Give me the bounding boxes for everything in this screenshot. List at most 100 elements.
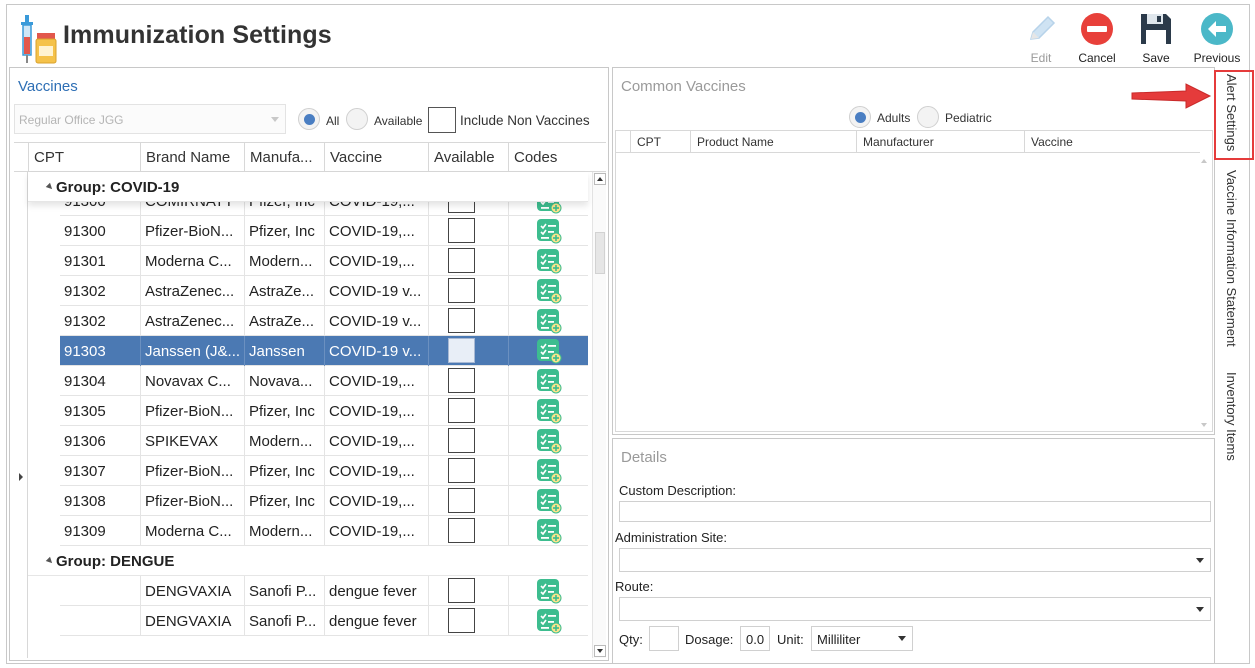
table-row[interactable]: DENGVAXIA Sanofi P... dengue fever: [60, 576, 588, 606]
table-row[interactable]: 91301 Moderna C... Modern... COVID-19,...: [60, 246, 588, 276]
tab-inventory-items[interactable]: Inventory Items: [1224, 372, 1239, 461]
cell-brand-name: Pfizer-BioN...: [140, 456, 244, 486]
available-checkbox[interactable]: [448, 278, 475, 303]
qty-input[interactable]: [649, 626, 679, 651]
table-row[interactable]: 91300 Pfizer-BioN... Pfizer, Inc COVID-19,.…: [60, 216, 588, 246]
available-checkbox[interactable]: [448, 578, 475, 603]
column-header-codes[interactable]: Codes: [508, 143, 592, 173]
available-checkbox[interactable]: [448, 488, 475, 513]
codes-icon[interactable]: [536, 338, 562, 364]
common-grid-scrollbar[interactable]: [1198, 153, 1212, 431]
scroll-thumb[interactable]: [595, 232, 605, 274]
available-checkbox[interactable]: [448, 608, 475, 633]
column-header-vaccine[interactable]: Vaccine: [1024, 131, 1200, 153]
details-panel: Details Custom Description: Administrati…: [612, 438, 1215, 664]
available-checkbox[interactable]: [448, 218, 475, 243]
codes-icon[interactable]: [536, 218, 562, 244]
codes-icon[interactable]: [536, 398, 562, 424]
available-checkbox[interactable]: [448, 248, 475, 273]
column-header-available[interactable]: Available: [428, 143, 508, 173]
table-row[interactable]: 91309 Moderna C... Modern... COVID-19,...: [60, 516, 588, 546]
unit-label: Unit:: [777, 632, 804, 647]
table-row[interactable]: 91303 Janssen (J&... Janssen COVID-19 v...: [60, 336, 588, 366]
grid-scrollbar[interactable]: [592, 172, 606, 658]
scroll-up-icon[interactable]: [594, 173, 606, 185]
group-header[interactable]: Group: DENGUE: [28, 546, 588, 576]
cancel-button[interactable]: Cancel: [1071, 9, 1123, 67]
codes-icon[interactable]: [536, 308, 562, 334]
office-select[interactable]: Regular Office JGG: [14, 104, 286, 134]
table-row[interactable]: 91307 Pfizer-BioN... Pfizer, Inc COVID-19,.…: [60, 456, 588, 486]
filter-available-radio[interactable]: [346, 108, 368, 130]
qty-label: Qty:: [619, 632, 643, 647]
cell-vaccine: COVID-19 v...: [324, 336, 428, 366]
column-header-manufacturer[interactable]: Manufacturer: [856, 131, 1024, 153]
chevron-down-icon: [271, 117, 279, 122]
column-header-product-name[interactable]: Product Name: [690, 131, 856, 153]
cell-brand-name: Pfizer-BioN...: [140, 216, 244, 246]
pediatric-radio[interactable]: [917, 106, 939, 128]
dosage-input[interactable]: 0.0: [740, 626, 770, 651]
cell-manufacturer: AstraZe...: [244, 276, 324, 306]
scroll-up-icon[interactable]: [1201, 159, 1207, 163]
column-header-manufacturer[interactable]: Manufa...: [244, 143, 324, 173]
codes-icon[interactable]: [536, 278, 562, 304]
codes-icon[interactable]: [536, 248, 562, 274]
codes-icon[interactable]: [536, 578, 562, 604]
pediatric-label: Pediatric: [945, 111, 992, 125]
cell-brand-name: DENGVAXIA: [140, 576, 244, 606]
cell-cpt: 91306: [64, 433, 106, 450]
codes-icon[interactable]: [536, 428, 562, 454]
main-window: Immunization Settings Edit Cancel Save P…: [6, 4, 1250, 664]
table-row[interactable]: DENGVAXIA Sanofi P... dengue fever: [60, 606, 588, 636]
available-checkbox[interactable]: [448, 308, 475, 333]
codes-icon[interactable]: [536, 458, 562, 484]
save-label: Save: [1142, 51, 1170, 65]
collapse-icon[interactable]: [45, 182, 55, 192]
column-header-brand-name[interactable]: Brand Name: [140, 143, 244, 173]
route-select[interactable]: [619, 597, 1211, 621]
column-header-vaccine[interactable]: Vaccine: [324, 143, 428, 173]
available-checkbox[interactable]: [448, 518, 475, 543]
unit-select[interactable]: Milliliter: [811, 626, 913, 651]
column-header-cpt[interactable]: CPT: [28, 143, 140, 173]
collapse-icon[interactable]: [45, 556, 55, 566]
table-row[interactable]: 91306 SPIKEVAX Modern... COVID-19,...: [60, 426, 588, 456]
edit-button[interactable]: Edit: [1015, 9, 1067, 67]
cell-cpt: 91302: [64, 283, 106, 300]
cancel-icon: [1081, 13, 1113, 45]
group-label: Group: COVID-19: [56, 179, 180, 196]
available-checkbox[interactable]: [448, 458, 475, 483]
save-button[interactable]: Save: [1130, 9, 1182, 67]
table-row[interactable]: 91302 AstraZenec... AstraZe... COVID-19 v..…: [60, 306, 588, 336]
codes-icon[interactable]: [536, 608, 562, 634]
previous-button[interactable]: Previous: [1191, 9, 1243, 67]
codes-icon[interactable]: [536, 488, 562, 514]
available-checkbox[interactable]: [448, 398, 475, 423]
tab-vaccine-information-statement[interactable]: Vaccine Information Statement: [1224, 170, 1239, 347]
cell-brand-name: Moderna C...: [140, 516, 244, 546]
table-row[interactable]: 91302 AstraZenec... AstraZe... COVID-19 v..…: [60, 276, 588, 306]
available-checkbox[interactable]: [448, 338, 475, 363]
table-row[interactable]: 91304 Novavax C... Novava... COVID-19,...: [60, 366, 588, 396]
group-header[interactable]: Group: COVID-19: [28, 172, 588, 202]
available-checkbox[interactable]: [448, 368, 475, 393]
available-checkbox[interactable]: [448, 428, 475, 453]
scroll-down-icon[interactable]: [1201, 423, 1207, 427]
table-row[interactable]: 91308 Pfizer-BioN... Pfizer, Inc COVID-19,.…: [60, 486, 588, 516]
codes-icon[interactable]: [536, 368, 562, 394]
cell-vaccine: COVID-19,...: [324, 516, 428, 546]
cell-manufacturer: Janssen: [244, 336, 324, 366]
administration-site-select[interactable]: [619, 548, 1211, 572]
codes-icon[interactable]: [536, 518, 562, 544]
column-header-cpt[interactable]: CPT: [630, 131, 690, 153]
include-non-vaccines-checkbox[interactable]: [428, 107, 456, 133]
vaccines-panel: Vaccines Regular Office JGG All Availabl…: [9, 67, 609, 661]
cell-manufacturer: AstraZe...: [244, 306, 324, 336]
filter-all-radio[interactable]: [298, 108, 320, 130]
adults-radio[interactable]: [849, 106, 871, 128]
scroll-down-icon[interactable]: [594, 645, 606, 657]
custom-description-input[interactable]: [619, 501, 1211, 522]
cell-brand-name: Moderna C...: [140, 246, 244, 276]
table-row[interactable]: 91305 Pfizer-BioN... Pfizer, Inc COVID-19,.…: [60, 396, 588, 426]
